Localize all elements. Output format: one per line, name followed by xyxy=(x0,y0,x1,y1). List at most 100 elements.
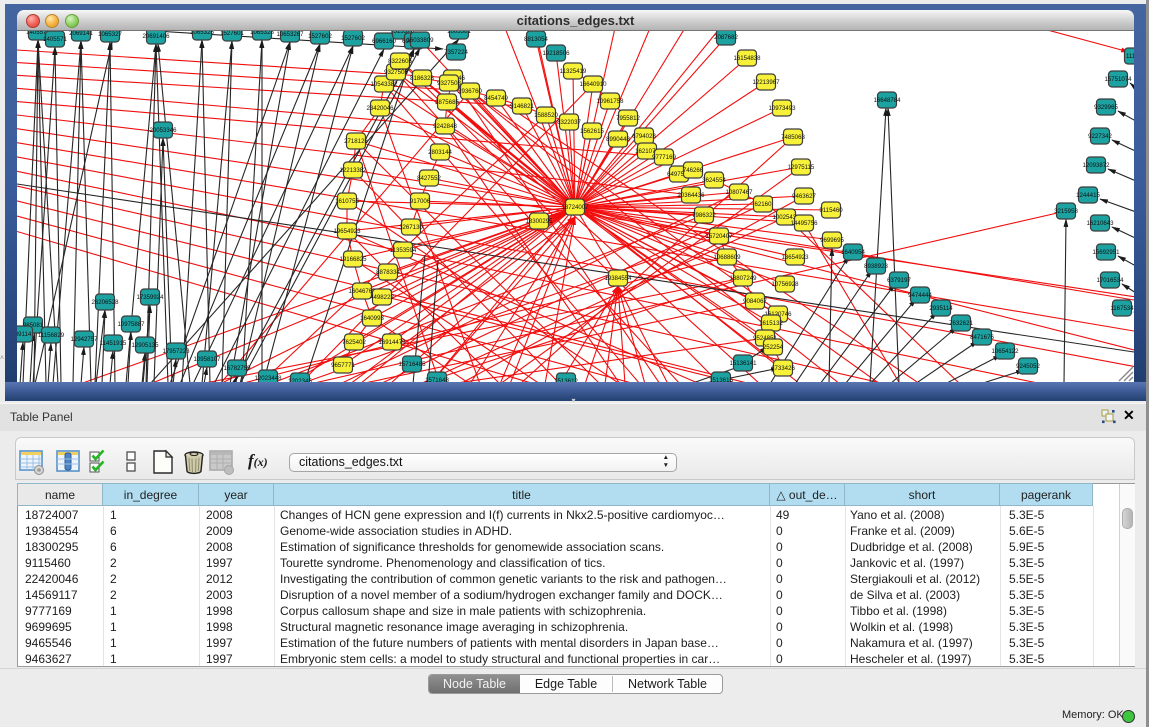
svg-text:12023448: 12023448 xyxy=(254,375,282,382)
svg-text:9327505: 9327505 xyxy=(384,69,408,76)
svg-text:7485063: 7485063 xyxy=(781,134,805,141)
svg-text:12942757: 12942757 xyxy=(70,336,98,343)
svg-text:1527601: 1527601 xyxy=(220,31,244,37)
svg-text:2069141: 2069141 xyxy=(69,31,93,37)
svg-text:10958107: 10958107 xyxy=(193,356,221,363)
svg-text:16914479: 16914479 xyxy=(378,339,406,346)
svg-text:7955812: 7955812 xyxy=(616,115,640,122)
svg-text:1640993: 1640993 xyxy=(360,315,384,322)
svg-text:1733426: 1733426 xyxy=(771,365,795,372)
svg-text:10756928: 10756928 xyxy=(771,281,799,288)
svg-text:9115460: 9115460 xyxy=(819,207,843,214)
svg-text:9084067: 9084067 xyxy=(743,298,767,305)
svg-text:8878334: 8878334 xyxy=(376,269,400,276)
svg-text:12975115: 12975115 xyxy=(788,164,815,171)
svg-text:8990448: 8990448 xyxy=(606,136,630,143)
svg-text:9242848: 9242848 xyxy=(433,123,457,130)
svg-text:1065326: 1065326 xyxy=(190,31,214,36)
svg-text:8427552: 8427552 xyxy=(417,175,441,182)
svg-text:6379197: 6379197 xyxy=(887,277,911,284)
svg-text:10961758: 10961758 xyxy=(596,98,624,105)
svg-text:11451915: 11451915 xyxy=(100,340,127,347)
svg-text:13654923: 13654923 xyxy=(781,254,809,261)
svg-text:23420046: 23420046 xyxy=(366,105,394,112)
svg-text:10973493: 10973493 xyxy=(768,105,796,112)
svg-text:11325419: 11325419 xyxy=(560,68,587,75)
svg-text:20364436: 20364436 xyxy=(677,192,705,199)
svg-text:9657771: 9657771 xyxy=(331,362,355,369)
svg-text:1405571: 1405571 xyxy=(43,36,67,43)
svg-text:20053346: 20053346 xyxy=(149,127,177,134)
svg-text:15720407: 15720407 xyxy=(705,233,733,240)
svg-text:8813054: 8813054 xyxy=(524,36,548,43)
svg-text:26206528: 26206528 xyxy=(91,299,119,306)
svg-text:8471676: 8471676 xyxy=(970,334,994,341)
svg-text:10653267: 10653267 xyxy=(276,31,304,38)
svg-text:1167534: 1167534 xyxy=(1110,305,1134,312)
svg-text:2718126: 2718126 xyxy=(344,138,368,145)
svg-text:15136141: 15136141 xyxy=(729,360,757,367)
svg-text:18724007: 18724007 xyxy=(561,204,589,211)
svg-text:1571648: 1571648 xyxy=(425,377,449,382)
svg-text:6794028: 6794028 xyxy=(632,133,656,140)
svg-text:11353594: 11353594 xyxy=(390,247,417,254)
svg-text:1610755: 1610755 xyxy=(335,198,359,205)
svg-text:3875685: 3875685 xyxy=(435,99,459,106)
svg-text:9699695: 9699695 xyxy=(820,237,844,244)
svg-text:17016534: 17016534 xyxy=(1096,277,1124,284)
svg-text:7986322: 7986322 xyxy=(692,212,716,219)
svg-text:7357224: 7357224 xyxy=(444,49,468,56)
svg-text:1588520: 1588520 xyxy=(534,112,558,119)
svg-text:9474444: 9474444 xyxy=(908,292,932,299)
svg-text:15751074: 15751074 xyxy=(1104,76,1132,83)
svg-text:9245052: 9245052 xyxy=(1016,363,1040,370)
svg-text:10688609: 10688609 xyxy=(713,254,741,261)
svg-text:2935114: 2935114 xyxy=(929,305,953,312)
svg-text:2936760: 2936760 xyxy=(458,88,482,95)
svg-text:9329965: 9329965 xyxy=(1094,104,1118,111)
svg-text:39114: 39114 xyxy=(17,331,32,338)
svg-text:12213967: 12213967 xyxy=(752,79,780,86)
svg-text:1615132: 1615132 xyxy=(759,320,783,327)
svg-text:17359924: 17359924 xyxy=(136,294,164,301)
svg-text:17957223: 17957223 xyxy=(162,348,190,355)
svg-text:8938923: 8938923 xyxy=(864,263,888,270)
svg-text:15716485: 15716485 xyxy=(398,361,426,368)
svg-text:9227342: 9227342 xyxy=(1088,133,1112,140)
svg-text:14495756: 14495756 xyxy=(790,220,818,227)
svg-text:1244415: 1244415 xyxy=(1076,192,1100,199)
svg-text:252254: 252254 xyxy=(763,344,784,351)
svg-text:1603381: 1603381 xyxy=(447,31,471,35)
svg-text:1202345: 1202345 xyxy=(288,378,312,382)
svg-text:1513612: 1513612 xyxy=(554,378,578,382)
svg-text:746266: 746266 xyxy=(683,167,704,174)
svg-text:8322037: 8322037 xyxy=(557,119,581,126)
svg-text:20691406: 20691406 xyxy=(142,33,170,40)
svg-text:10543382: 10543382 xyxy=(370,81,398,88)
svg-text:7625402: 7625402 xyxy=(342,339,366,346)
svg-text:19166825: 19166825 xyxy=(339,256,367,263)
svg-text:2803144: 2803144 xyxy=(428,149,452,156)
svg-text:19654923: 19654923 xyxy=(333,228,361,235)
svg-text:16033809: 16033809 xyxy=(406,37,434,44)
svg-text:1065327: 1065327 xyxy=(98,31,122,38)
svg-text:8322605: 8322605 xyxy=(388,58,412,65)
svg-text:16640910: 16640910 xyxy=(579,81,607,88)
svg-text:3267130: 3267130 xyxy=(399,224,423,231)
svg-text:16210643: 16210643 xyxy=(1086,220,1114,227)
svg-text:9146821: 9146821 xyxy=(510,103,534,110)
svg-text:1640954: 1640954 xyxy=(841,249,865,256)
svg-text:15692951: 15692951 xyxy=(1092,249,1120,256)
svg-text:9463627: 9463627 xyxy=(792,193,816,200)
svg-text:10975887: 10975887 xyxy=(117,321,145,328)
svg-text:18807249: 18807249 xyxy=(729,275,757,282)
svg-text:2087682: 2087682 xyxy=(714,34,738,41)
svg-text:12905135: 12905135 xyxy=(131,342,159,349)
svg-text:16648784: 16648784 xyxy=(873,97,901,104)
svg-text:19384554: 19384554 xyxy=(604,275,632,282)
svg-text:9327508: 9327508 xyxy=(437,80,461,87)
svg-text:1065328: 1065328 xyxy=(250,31,274,36)
svg-text:10654122: 10654122 xyxy=(991,348,1019,355)
svg-text:7632621: 7632621 xyxy=(949,320,973,327)
svg-text:1513615: 1513615 xyxy=(709,377,733,382)
